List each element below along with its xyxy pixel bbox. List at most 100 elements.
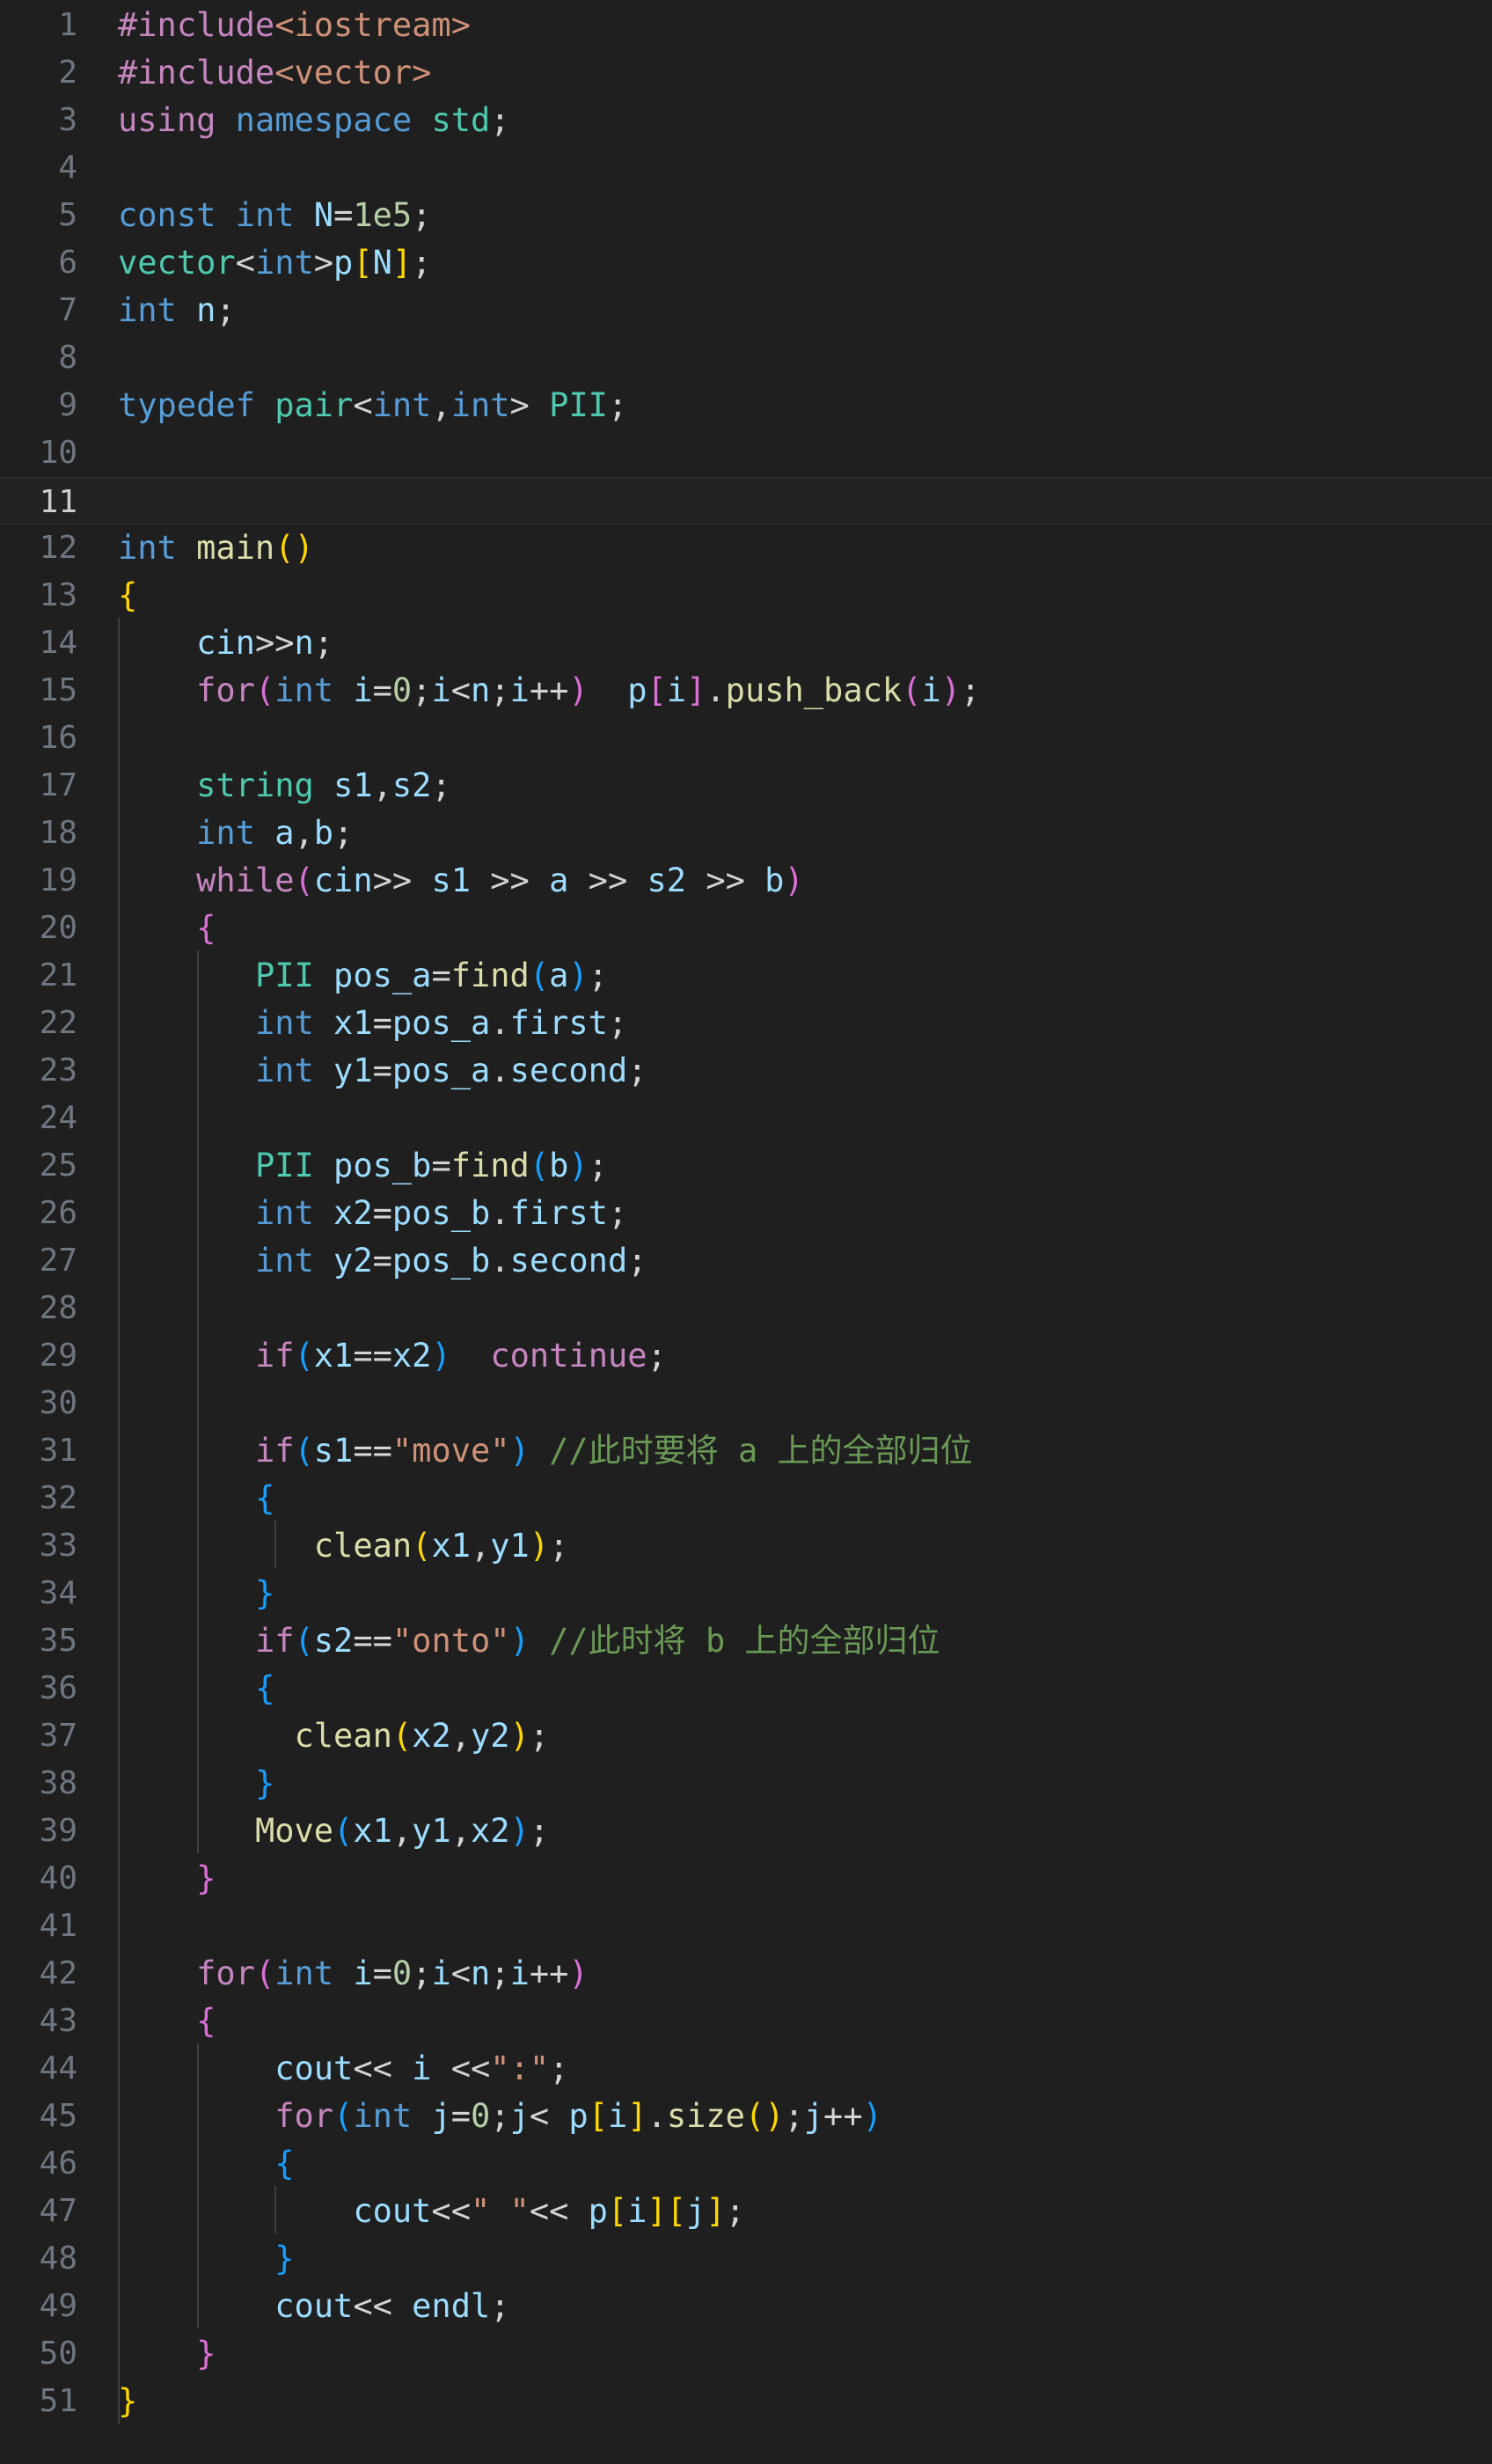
code-token: main	[196, 529, 275, 567]
code-line[interactable]: 44 cout<< i <<":";	[0, 2045, 1492, 2093]
code-text: int n;	[118, 287, 236, 334]
code-token: ;	[607, 1004, 628, 1042]
code-token: if	[254, 1622, 295, 1660]
code-token: .	[490, 1004, 510, 1042]
code-token: ,	[450, 1717, 471, 1755]
code-line[interactable]: 32 {	[0, 1475, 1492, 1522]
line-number: 39	[39, 1813, 77, 1849]
code-line[interactable]: 28	[0, 1285, 1492, 1332]
code-token: pair	[274, 386, 354, 424]
code-line[interactable]: 35 if(s2=="onto") //此时将 b 上的全部归位	[0, 1617, 1492, 1665]
code-line[interactable]: 31 if(s1=="move") //此时要将 a 上的全部归位	[0, 1427, 1492, 1475]
code-line[interactable]: 34 }	[0, 1570, 1492, 1617]
code-line[interactable]: 21 PII pos_a=find(a);	[0, 952, 1492, 1000]
code-line[interactable]: 12 int main()	[0, 524, 1492, 572]
code-line[interactable]: 6 vector<int>p[N];	[0, 239, 1492, 287]
line-number: 32	[39, 1480, 77, 1516]
code-line[interactable]: 51}	[0, 2378, 1492, 2425]
code-line[interactable]: 17 string s1,s2;	[0, 762, 1492, 810]
line-number: 49	[39, 2288, 77, 2324]
code-token: ":"	[490, 2050, 550, 2087]
code-text: }	[118, 1570, 274, 1617]
line-number: 28	[39, 1290, 77, 1326]
code-line[interactable]: 46 {	[0, 2140, 1492, 2188]
code-token: ,	[294, 814, 314, 852]
code-line[interactable]: 25 PII pos_b=find(b);	[0, 1142, 1492, 1190]
code-token: second	[509, 1242, 628, 1280]
code-token: ;	[588, 957, 608, 994]
code-token: ;	[961, 671, 981, 709]
code-token: pos_b	[333, 1147, 432, 1184]
code-line[interactable]: 33 clean(x1,y1);	[0, 1522, 1492, 1570]
code-token: std	[431, 101, 491, 139]
code-line[interactable]: 7 int n;	[0, 287, 1492, 334]
code-token: pos_a	[333, 957, 432, 994]
code-line[interactable]: 39 Move(x1,y1,x2);	[0, 1808, 1492, 1855]
code-line[interactable]: 3 using namespace std;	[0, 97, 1492, 144]
code-line[interactable]: 43 {	[0, 1998, 1492, 2045]
code-line[interactable]: 26 int x2=pos_b.first;	[0, 1190, 1492, 1237]
code-line[interactable]: 29 if(x1==x2) continue;	[0, 1332, 1492, 1380]
code-text: }	[118, 2330, 216, 2378]
code-text: cout<<" "<< p[i][j];	[118, 2188, 745, 2235]
code-line[interactable]: 22 int x1=pos_a.first;	[0, 1000, 1492, 1047]
code-token: clean	[313, 1527, 413, 1565]
code-line[interactable]: 27 int y2=pos_b.second;	[0, 1237, 1492, 1285]
code-token: .	[490, 1194, 510, 1232]
code-line[interactable]: 30	[0, 1380, 1492, 1427]
code-token: int	[274, 671, 334, 709]
code-line[interactable]: 19 while(cin>> s1 >> a >> s2 >> b)	[0, 857, 1492, 905]
code-line[interactable]: 45 for(int j=0;j< p[i].size();j++)	[0, 2093, 1492, 2140]
code-line[interactable]: 10	[0, 429, 1492, 477]
code-token: int	[196, 814, 255, 852]
code-line[interactable]: 9 typedef pair<int,int> PII;	[0, 382, 1492, 429]
code-token: <<	[353, 2050, 413, 2087]
code-line[interactable]: 16	[0, 715, 1492, 762]
code-line[interactable]: 14 cin>>n;	[0, 620, 1492, 667]
code-token: find	[450, 1147, 530, 1184]
code-line[interactable]: 11	[0, 477, 1492, 524]
code-token: <	[529, 2097, 569, 2135]
code-line[interactable]: 40 }	[0, 1855, 1492, 1903]
code-line[interactable]: 2 #include<vector>	[0, 49, 1492, 97]
code-token: pos_a	[391, 1052, 491, 1089]
code-line[interactable]: 13 {	[0, 572, 1492, 620]
code-line[interactable]: 48 }	[0, 2235, 1492, 2283]
code-line[interactable]: 15 for(int i=0;i<n;i++) p[i].push_back(i…	[0, 667, 1492, 715]
code-line[interactable]: 41	[0, 1903, 1492, 1950]
code-token: cin	[196, 624, 255, 662]
code-text: if(s2=="onto") //此时将 b 上的全部归位	[118, 1617, 940, 1665]
code-token: ;	[412, 1954, 432, 1992]
code-token: }	[254, 1574, 275, 1612]
code-text: clean(x2,y2);	[118, 1712, 549, 1760]
code-line[interactable]: 49 cout<< endl;	[0, 2283, 1492, 2330]
code-line[interactable]: 1 #include<iostream>	[0, 2, 1492, 49]
code-line[interactable]: 38 }	[0, 1760, 1492, 1808]
code-line[interactable]: 20 {	[0, 905, 1492, 952]
code-line[interactable]: 23 int y1=pos_a.second;	[0, 1047, 1492, 1095]
code-line[interactable]: 50 }	[0, 2330, 1492, 2378]
code-token: <<	[431, 2050, 491, 2087]
code-token: i	[666, 671, 687, 709]
code-line[interactable]: 36 {	[0, 1665, 1492, 1712]
code-line[interactable]: 47 cout<<" "<< p[i][j];	[0, 2188, 1492, 2235]
code-token: 1e5	[353, 196, 413, 234]
line-number: 30	[39, 1385, 77, 1421]
code-line[interactable]: 8	[0, 334, 1492, 382]
code-line[interactable]: 37 clean(x2,y2);	[0, 1712, 1492, 1760]
code-line[interactable]: 24	[0, 1095, 1492, 1142]
code-line[interactable]: 4	[0, 144, 1492, 192]
code-line[interactable]: 42 for(int i=0;i<n;i++)	[0, 1950, 1492, 1998]
code-text: int x1=pos_a.first;	[118, 1000, 627, 1047]
code-editor[interactable]: 1 #include<iostream> 2 #include<vector> 3 usi…	[0, 0, 1492, 2464]
code-token: for	[196, 671, 255, 709]
code-token: }	[196, 1859, 216, 1897]
code-line[interactable]: 18 int a,b;	[0, 810, 1492, 857]
code-line[interactable]: 5 const int N=1e5;	[0, 192, 1492, 239]
